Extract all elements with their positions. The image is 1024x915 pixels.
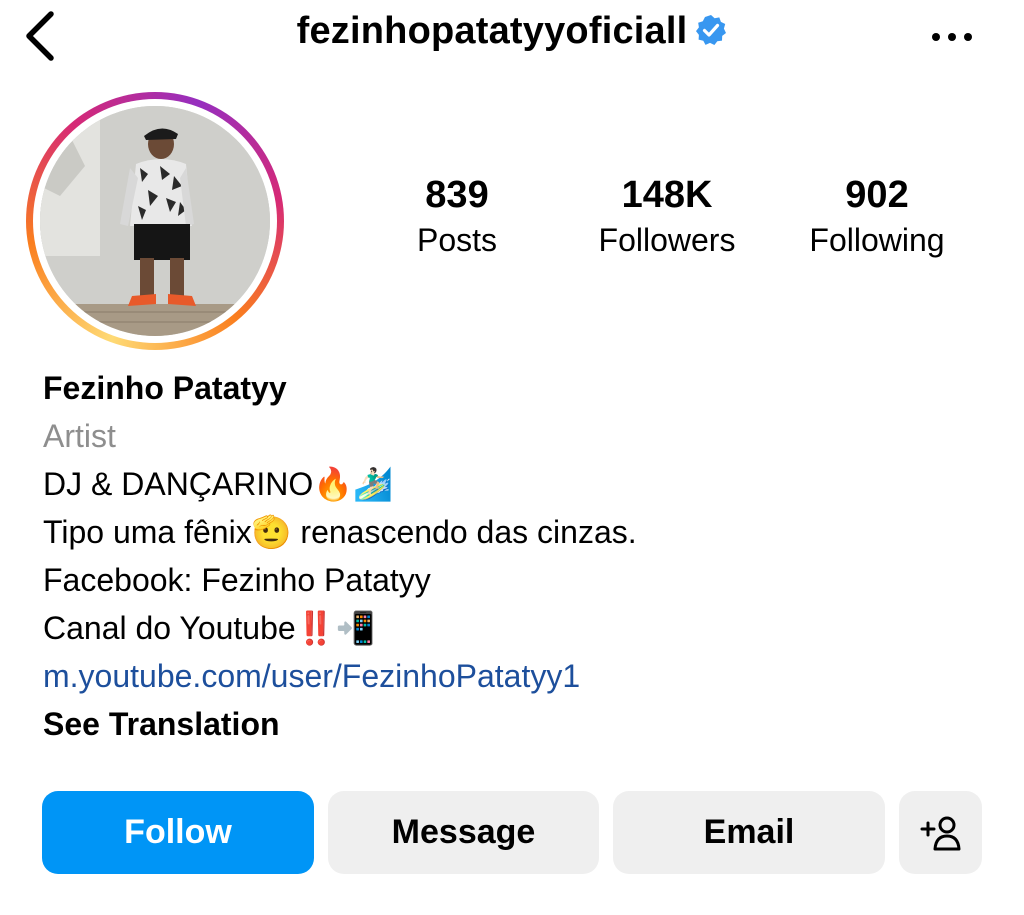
followers-count: 148K: [621, 174, 713, 216]
suggested-accounts-button[interactable]: [899, 791, 982, 874]
email-button[interactable]: Email: [613, 791, 885, 874]
posts-label: Posts: [416, 222, 498, 258]
profile-photo: [40, 106, 270, 336]
bio-line: Tipo uma fênix🫡 renascendo das cinzas.: [43, 514, 637, 550]
bio-line: Canal do Youtube‼️📲: [43, 610, 376, 646]
avatar: [40, 106, 270, 336]
following-count: 902: [845, 174, 909, 216]
profile-page: fezinhopatatyyoficiall 839 Posts 148K Fo…: [0, 0, 1024, 915]
posts-count: 839: [425, 174, 489, 216]
stat-followers[interactable]: 148K Followers: [577, 172, 757, 262]
avatar-story-ring[interactable]: [26, 92, 284, 350]
follow-button[interactable]: Follow: [42, 791, 314, 874]
verified-badge-icon: [695, 14, 727, 46]
following-label: Following: [809, 222, 945, 258]
bio-section: Fezinho Patatyy Artist DJ & DANÇARINO🔥🏄🏻…: [43, 364, 1003, 748]
stat-posts[interactable]: 839 Posts: [387, 172, 527, 262]
display-name: Fezinho Patatyy: [43, 370, 287, 406]
bio-link[interactable]: m.youtube.com/user/FezinhoPatatyy1: [43, 652, 1003, 700]
add-person-icon: [920, 816, 960, 850]
stat-following[interactable]: 902 Following: [789, 172, 965, 262]
more-options-button[interactable]: [930, 22, 974, 52]
bio-line: Facebook: Fezinho Patatyy: [43, 562, 431, 598]
bio-line: DJ & DANÇARINO🔥🏄🏻‍♂️: [43, 466, 393, 502]
see-translation-button[interactable]: See Translation: [43, 700, 1003, 748]
message-button[interactable]: Message: [328, 791, 599, 874]
username: fezinhopatatyyoficiall: [296, 10, 688, 52]
username-header: fezinhopatatyyoficiall: [0, 10, 1024, 60]
category-label: Artist: [43, 418, 116, 454]
top-bar: fezinhopatatyyoficiall: [0, 0, 1024, 72]
followers-label: Followers: [598, 222, 736, 258]
more-horizontal-icon: [932, 33, 972, 41]
